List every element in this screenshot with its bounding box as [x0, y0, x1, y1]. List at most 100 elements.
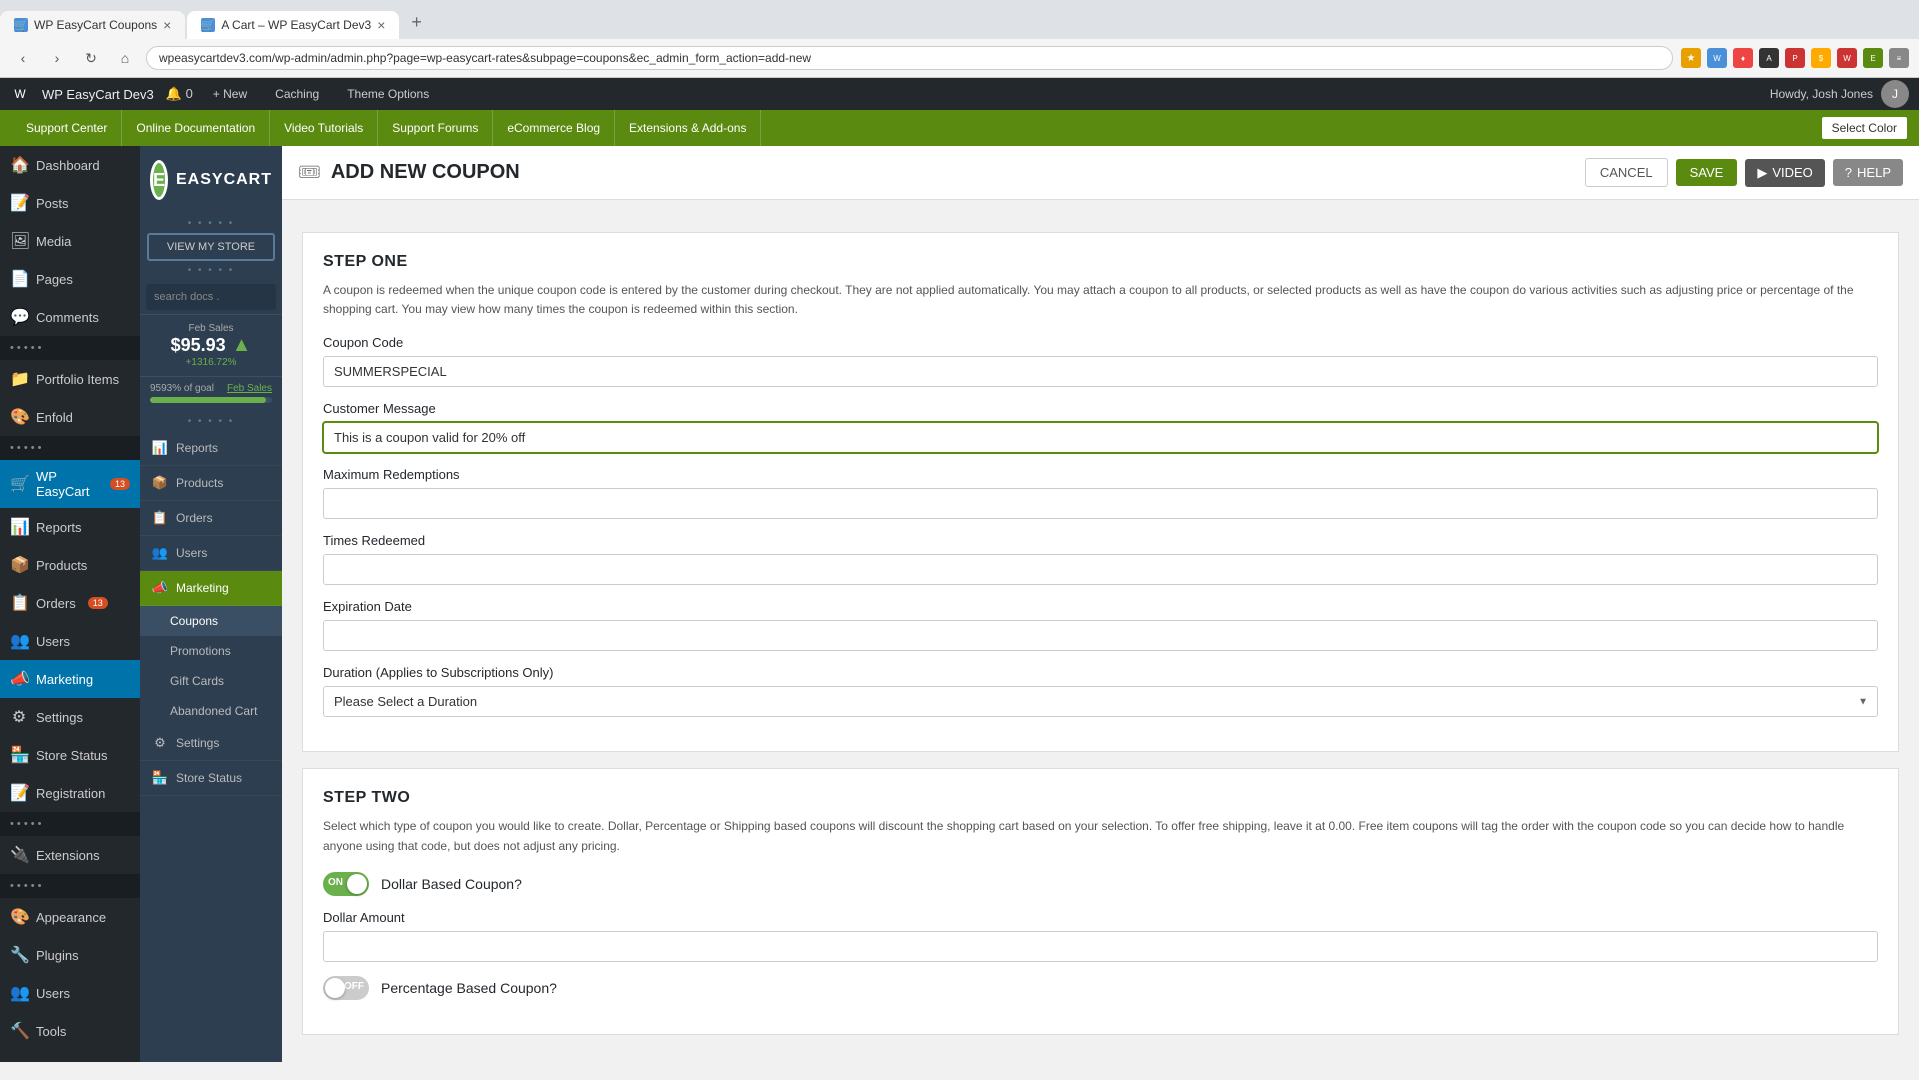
new-link[interactable]: + New [205, 87, 255, 101]
help-button[interactable]: ? HELP [1833, 159, 1903, 186]
orders-badge: 13 [88, 597, 108, 609]
wp-menu-registration[interactable]: 📝 Registration [0, 774, 140, 812]
address-bar[interactable]: wpeasycartdev3.com/wp-admin/admin.php?pa… [146, 46, 1673, 70]
sidebar-separator-2: • • • • • [0, 436, 140, 460]
page-title-area: 🎟 ADD NEW COUPON [298, 161, 1585, 184]
ext-icon-8[interactable]: ≡ [1889, 48, 1909, 68]
search-docs-area[interactable]: 🔍 [146, 284, 276, 310]
tab-2-close[interactable]: × [377, 17, 385, 33]
bookmark-icon[interactable]: ★ [1681, 48, 1701, 68]
appearance-label: Appearance [36, 910, 106, 925]
users-label: Users [36, 986, 70, 1001]
search-docs-input[interactable] [154, 291, 282, 303]
wp-menu-easycart[interactable]: 🛒 WP EasyCart 13 [0, 460, 140, 508]
wp-menu-portfolio[interactable]: 📁 Portfolio Items [0, 360, 140, 398]
times-redeemed-input[interactable] [323, 554, 1878, 585]
dots-row-2: • • • • • [140, 265, 282, 276]
wp-menu-posts[interactable]: 📝 Posts [0, 184, 140, 222]
step-one-section: STEP ONE A coupon is redeemed when the u… [302, 232, 1899, 752]
expiration-date-input[interactable] [323, 620, 1878, 651]
duration-select[interactable]: Please Select a Duration Monthly Yearly … [323, 686, 1878, 717]
wp-menu-products[interactable]: 📦 Products [0, 546, 140, 584]
wp-menu-tools[interactable]: 🔨 Tools [0, 1012, 140, 1050]
wp-menu-users[interactable]: 👥 Users [0, 974, 140, 1012]
video-tutorials-link[interactable]: Video Tutorials [270, 110, 378, 146]
ec-sub-abandonedcart[interactable]: Abandoned Cart [140, 696, 282, 726]
wp-menu-extensions[interactable]: 🔌 Extensions [0, 836, 140, 874]
support-forums-link[interactable]: Support Forums [378, 110, 493, 146]
ec-nav-orders[interactable]: 📋 Orders [140, 501, 282, 536]
wp-menu-pages[interactable]: 📄 Pages [0, 260, 140, 298]
percentage-toggle[interactable]: OFF [323, 976, 369, 1000]
wp-menu-media[interactable]: 🖼 Media [0, 222, 140, 260]
theme-options-link[interactable]: Theme Options [339, 87, 437, 101]
cancel-button[interactable]: CANCEL [1585, 158, 1668, 187]
wp-menu-plugins[interactable]: 🔧 Plugins [0, 936, 140, 974]
video-icon: ▶ [1757, 165, 1767, 181]
refresh-button[interactable]: ↻ [78, 45, 104, 71]
home-button[interactable]: ⌂ [112, 45, 138, 71]
sidebar-separator-1: • • • • • [0, 336, 140, 360]
notification-count[interactable]: 🔔 0 [166, 86, 193, 102]
coupon-code-input[interactable] [323, 356, 1878, 387]
ec-sub-promotions[interactable]: Promotions [140, 636, 282, 666]
max-redemptions-input[interactable] [323, 488, 1878, 519]
wp-menu-comments[interactable]: 💬 Comments [0, 298, 140, 336]
ec-nav-store-status[interactable]: 🏪 Store Status [140, 761, 282, 796]
wp-menu-orders[interactable]: 📋 Orders 13 [0, 584, 140, 622]
ec-nav-marketing[interactable]: 📣 Marketing [140, 571, 282, 606]
select-color-button[interactable]: Select Color [1822, 117, 1907, 139]
site-name[interactable]: WP EasyCart Dev3 [42, 87, 154, 102]
back-button[interactable]: ‹ [10, 45, 36, 71]
ext-icon-5[interactable]: $ [1811, 48, 1831, 68]
wp-menu-enfold[interactable]: 🎨 Enfold [0, 398, 140, 436]
save-button[interactable]: SAVE [1676, 159, 1738, 186]
forward-button[interactable]: › [44, 45, 70, 71]
wp-menu-dashboard[interactable]: 🏠 Dashboard [0, 146, 140, 184]
dollar-amount-input[interactable] [323, 931, 1878, 962]
new-tab-button[interactable]: + [401, 6, 432, 39]
ec-nav-reports[interactable]: 📊 Reports [140, 431, 282, 466]
wp-menu-users-ec[interactable]: 👥 Users [0, 622, 140, 660]
duration-label: Duration (Applies to Subscriptions Only) [323, 665, 1878, 680]
wp-menu-settings[interactable]: ⚙ Settings [0, 698, 140, 736]
ec-nav-products[interactable]: 📦 Products [140, 466, 282, 501]
browser-toolbar-icons: ★ W ♦ A P $ W E ≡ [1681, 48, 1909, 68]
wp-menu-wp-settings[interactable]: ⚙ Settings 1 [0, 1050, 140, 1062]
customer-message-input[interactable] [323, 422, 1878, 453]
products-nav-icon: 📦 [152, 475, 168, 491]
extensions-link[interactable]: Extensions & Add-ons [615, 110, 761, 146]
support-center-link[interactable]: Support Center [12, 110, 122, 146]
wp-menu-reports[interactable]: 📊 Reports [0, 508, 140, 546]
ec-sub-giftcards[interactable]: Gift Cards [140, 666, 282, 696]
ext-icon-3[interactable]: A [1759, 48, 1779, 68]
online-docs-link[interactable]: Online Documentation [122, 110, 270, 146]
browser-tab-1[interactable]: 🛒 WP EasyCart Coupons × [0, 11, 185, 39]
dollar-toggle[interactable]: ON [323, 872, 369, 896]
ec-nav-users[interactable]: 👥 Users [140, 536, 282, 571]
wp-menu-marketing[interactable]: 📣 Marketing [0, 660, 140, 698]
media-icon: 🖼 [10, 231, 28, 251]
products-label: Products [36, 558, 87, 573]
wp-menu-appearance[interactable]: 🎨 Appearance [0, 898, 140, 936]
coupon-code-label: Coupon Code [323, 335, 1878, 350]
view-my-store-button[interactable]: VIEW MY STORE [147, 233, 275, 261]
max-redemptions-label: Maximum Redemptions [323, 467, 1878, 482]
reports-icon: 📊 [10, 517, 28, 537]
browser-tab-2[interactable]: 🛒 A Cart – WP EasyCart Dev3 × [187, 11, 399, 39]
ext-icon-6[interactable]: W [1837, 48, 1857, 68]
tab-1-close[interactable]: × [163, 17, 171, 33]
ext-icon-7[interactable]: E [1863, 48, 1883, 68]
expiration-date-label: Expiration Date [323, 599, 1878, 614]
video-button[interactable]: ▶ VIDEO [1745, 159, 1824, 187]
dollar-toggle-row: ON Dollar Based Coupon? [323, 872, 1878, 896]
ec-sub-coupons[interactable]: Coupons [140, 606, 282, 636]
caching-link[interactable]: Caching [267, 87, 327, 101]
ec-nav-settings[interactable]: ⚙ Settings [140, 726, 282, 761]
ext-icon-2[interactable]: ♦ [1733, 48, 1753, 68]
ecommerce-blog-link[interactable]: eCommerce Blog [493, 110, 615, 146]
ext-icon-4[interactable]: P [1785, 48, 1805, 68]
wp-menu-store-status[interactable]: 🏪 Store Status [0, 736, 140, 774]
feb-sales-link[interactable]: Feb Sales [227, 383, 272, 394]
ext-icon-1[interactable]: W [1707, 48, 1727, 68]
